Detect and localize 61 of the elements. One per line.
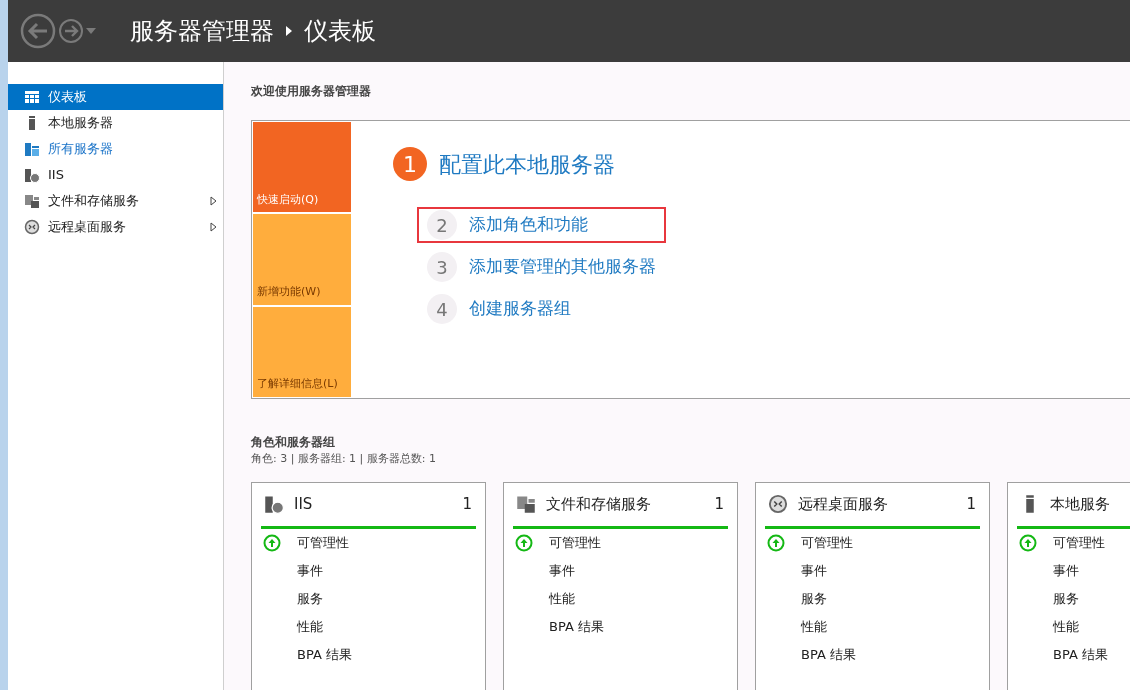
step-link[interactable]: 创建服务器组 (469, 296, 571, 322)
breadcrumb-arrow-icon (286, 26, 292, 36)
card-row-link[interactable]: BPA 结果 (1053, 644, 1108, 665)
card-row-link[interactable]: 服务 (297, 588, 323, 609)
card-title[interactable]: 文件和存储服务 (546, 492, 705, 516)
sidebar-item[interactable]: 所有服务器 (8, 136, 223, 162)
tile-tab[interactable]: 新增功能(W) (253, 214, 351, 305)
card-row-link[interactable]: 可管理性 (297, 532, 349, 553)
folder-icon (24, 193, 40, 209)
folder-icon (516, 494, 536, 514)
step-number: 2 (427, 210, 457, 240)
tile-tab[interactable]: 了解详细信息(L) (253, 306, 351, 397)
step-number: 3 (427, 252, 457, 282)
count-text: 1 (462, 493, 473, 515)
count-text: 1 (714, 493, 725, 515)
card-row-link[interactable]: 可管理性 (801, 532, 853, 553)
card-row-link[interactable]: 性能 (297, 616, 323, 637)
card-row-link[interactable]: 服务 (1053, 588, 1079, 609)
step-link[interactable]: 配置此本地服务器 (439, 147, 615, 181)
card-row-link[interactable]: BPA 结果 (549, 616, 604, 637)
card-row-link[interactable]: 性能 (801, 616, 827, 637)
card-row-link[interactable]: 性能 (1053, 616, 1079, 637)
summary-text: 角色: 3 | 服务器组: 1 | 服务器总数: 1 (251, 451, 437, 467)
card-row-link[interactable]: 可管理性 (549, 532, 601, 553)
sidebar-item[interactable]: IIS (8, 162, 223, 188)
card-row-link[interactable]: 服务 (801, 588, 827, 609)
step-link[interactable]: 添加角色和功能 (469, 212, 588, 238)
card-row-link[interactable]: 可管理性 (1053, 532, 1105, 553)
remote-icon (24, 219, 40, 235)
card-row-link[interactable]: 事件 (549, 560, 575, 581)
card-title[interactable]: 本地服务 (1050, 492, 1130, 516)
section-heading: 欢迎使用服务器管理器 (251, 83, 372, 100)
card-row-link[interactable]: BPA 结果 (801, 644, 856, 665)
forward-icon[interactable] (58, 18, 84, 44)
card-row-link[interactable]: 事件 (801, 560, 827, 581)
section-heading: 角色和服务器组 (251, 434, 336, 451)
sidebar-item[interactable]: 远程桌面服务 (8, 214, 223, 240)
remote-icon (768, 494, 788, 514)
expand-arrow-icon[interactable] (210, 196, 217, 206)
card-row-link[interactable]: 事件 (297, 560, 323, 581)
step-number: 1 (393, 147, 427, 181)
step-link[interactable]: 添加要管理的其他服务器 (469, 254, 656, 280)
card-title[interactable]: 远程桌面服务 (798, 492, 957, 516)
card-row-link[interactable]: 事件 (1053, 560, 1079, 581)
back-icon[interactable] (20, 13, 56, 49)
count-text: 1 (966, 493, 977, 515)
sidebar-item[interactable]: 仪表板 (8, 84, 223, 110)
step-number: 4 (427, 294, 457, 324)
web-server-icon (264, 494, 284, 514)
sidebar-item[interactable]: 文件和存储服务 (8, 188, 223, 214)
card-row-link[interactable]: 性能 (549, 588, 575, 609)
expand-arrow-icon[interactable] (210, 222, 217, 232)
dashboard-icon (24, 89, 40, 105)
dropdown-caret-icon[interactable] (86, 28, 96, 34)
window-title: 服务器管理器 (130, 16, 274, 47)
page-title: 仪表板 (304, 16, 376, 47)
servers-icon (24, 141, 40, 157)
sidebar-item[interactable]: 本地服务器 (8, 110, 223, 136)
card-title[interactable]: IIS (294, 492, 453, 516)
web-server-icon (24, 167, 40, 183)
card-row-link[interactable]: BPA 结果 (297, 644, 352, 665)
